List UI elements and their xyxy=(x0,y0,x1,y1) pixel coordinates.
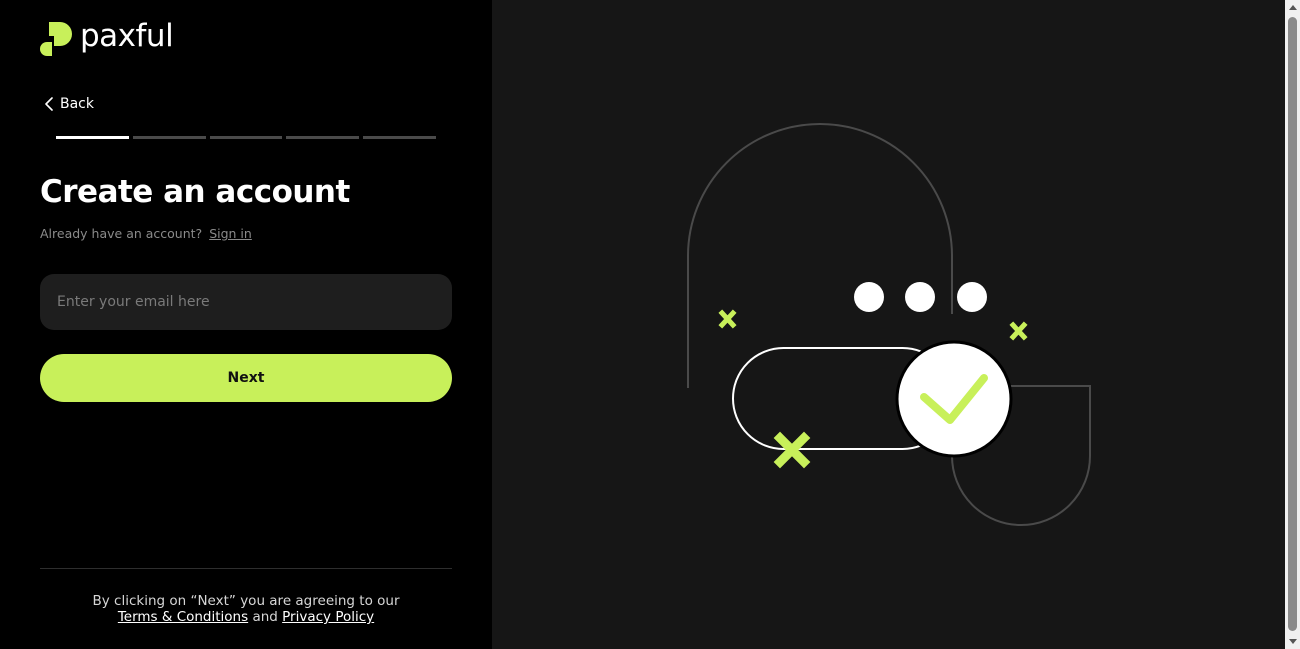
terms-link[interactable]: Terms & Conditions xyxy=(118,609,248,625)
paxful-logo[interactable]: paxful xyxy=(40,17,174,56)
signin-prompt-row: Already have an account? Sign in xyxy=(40,226,252,241)
back-label: Back xyxy=(60,96,94,112)
legal-prefix: By clicking on “Next” you are agreeing t… xyxy=(92,593,400,609)
legal-conjunction: and xyxy=(252,609,278,625)
signup-panel: paxful Back Create an account Already ha… xyxy=(0,0,492,649)
paxful-logo-icon xyxy=(40,22,72,56)
next-button[interactable]: Next xyxy=(40,354,452,402)
progress-step-1 xyxy=(56,136,129,139)
progress-step-5 xyxy=(363,136,436,139)
brand-name: paxful xyxy=(80,17,174,54)
account-verified-illustration xyxy=(687,123,1091,526)
illustration-panel xyxy=(492,0,1285,649)
signin-prompt: Already have an account? xyxy=(40,226,203,241)
scroll-up-arrow-icon[interactable] xyxy=(1285,0,1300,15)
page-title: Create an account xyxy=(40,174,350,210)
email-field[interactable] xyxy=(40,274,452,330)
scroll-down-arrow-icon[interactable] xyxy=(1285,634,1300,649)
scroll-thumb[interactable] xyxy=(1288,17,1297,631)
divider xyxy=(40,568,452,569)
back-button[interactable]: Back xyxy=(44,96,94,112)
chevron-left-icon xyxy=(45,97,53,111)
progress-step-3 xyxy=(209,136,283,139)
progress-step-4 xyxy=(286,136,360,139)
page-scrollbar[interactable] xyxy=(1285,0,1300,649)
progress-step-2 xyxy=(132,136,206,139)
legal-notice: By clicking on “Next” you are agreeing t… xyxy=(40,593,452,625)
privacy-link[interactable]: Privacy Policy xyxy=(282,609,374,625)
signin-link[interactable]: Sign in xyxy=(209,226,252,241)
step-progress xyxy=(56,136,436,139)
